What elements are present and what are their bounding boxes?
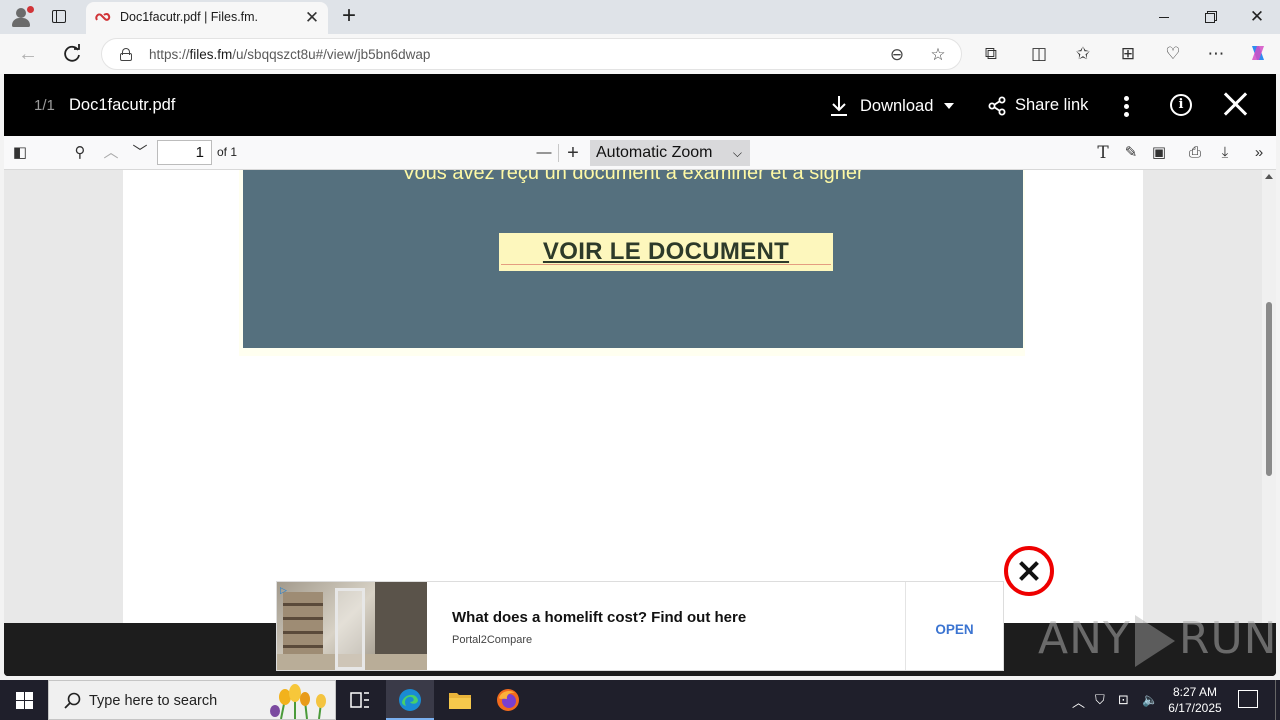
zoom-in-icon[interactable]: +	[562, 142, 584, 164]
volume-icon[interactable]: 🔈	[1142, 692, 1158, 708]
tools-menu-icon[interactable]: »	[1248, 142, 1270, 164]
reading-icon[interactable]: ⊖	[887, 45, 907, 65]
url-text[interactable]: https://files.fm/u/sbqqszct8u#/view/jb5b…	[149, 47, 430, 62]
draw-pen-icon[interactable]: ✎	[1120, 142, 1142, 164]
show-hidden-icons-icon[interactable]: ︿	[1072, 692, 1085, 711]
chevron-down-icon: ⌵	[732, 146, 742, 160]
print-icon[interactable]: ⎙	[1184, 142, 1206, 164]
new-tab-icon[interactable]: +	[338, 4, 360, 28]
files-fm-favicon-icon	[95, 13, 111, 21]
edge-browser-icon[interactable]	[386, 680, 434, 720]
page-number-input[interactable]: 1	[157, 140, 212, 165]
ad-close-icon[interactable]	[1004, 546, 1054, 596]
back-icon[interactable]: ←	[16, 42, 40, 66]
download-icon	[831, 96, 847, 116]
ad-source: Portal2Compare	[452, 634, 533, 646]
search-placeholder: Type here to search	[89, 693, 218, 709]
window-close-button[interactable]: ✕	[1234, 0, 1280, 34]
info-icon[interactable]: i	[1170, 94, 1192, 116]
task-view-icon[interactable]	[336, 680, 384, 720]
advertisement[interactable]: ▷ What does a homelift cost? Find out he…	[276, 581, 1004, 671]
pdf-toolbar: ◧ ⚲ ︿ ﹀ 1 of 1 — + Automatic Zoom ⌵ T ✎ …	[4, 136, 1276, 170]
settings-more-icon[interactable]: ⋯	[1205, 43, 1227, 65]
address-bar[interactable]: https://files.fm/u/sbqqszct8u#/view/jb5b…	[101, 38, 962, 70]
clock-date: 6/17/2025	[1168, 701, 1222, 715]
favorite-star-icon[interactable]: ☆	[928, 45, 948, 65]
vertical-scrollbar[interactable]	[1262, 170, 1276, 623]
page-indicator: 1/1	[34, 97, 55, 114]
security-tray-icon[interactable]: ⛉	[1095, 692, 1105, 708]
document-banner: Vous avez reçu un document à examiner et…	[243, 170, 1023, 348]
anyrun-watermark: ANY RUN	[1038, 613, 1278, 673]
share-icon	[988, 96, 1006, 116]
chevron-down-icon	[944, 103, 954, 109]
ad-choices-icon[interactable]: ▷	[280, 585, 290, 595]
favorites-icon[interactable]: ✩	[1072, 43, 1094, 65]
profile-icon[interactable]	[10, 6, 34, 28]
next-page-icon[interactable]: ﹀	[129, 142, 151, 164]
sidebar-toggle-icon[interactable]: ◧	[9, 142, 31, 164]
extensions-icon[interactable]: ⧉	[980, 43, 1002, 65]
firefox-icon[interactable]	[484, 680, 532, 720]
tulips-icon	[270, 684, 326, 719]
more-options-icon[interactable]	[1117, 94, 1137, 118]
pdf-page: Vous avez reçu un document à examiner et…	[123, 170, 1143, 623]
ad-image[interactable]: ▷	[277, 582, 427, 670]
browser-toolbar: ← https://files.fm/u/sbqqszct8u#/view/jb…	[0, 34, 1280, 74]
minimize-button[interactable]	[1141, 0, 1187, 34]
button-underline	[501, 264, 831, 265]
zoom-select[interactable]: Automatic Zoom ⌵	[590, 140, 750, 166]
add-image-icon[interactable]: ▣	[1148, 142, 1170, 164]
banner-message: Vous avez reçu un document à examiner et…	[402, 170, 864, 184]
file-name: Doc1facutr.pdf	[69, 96, 176, 114]
taskbar: Type here to search ︿ ⛉ ⊡ 🔈 8:27 AM 6/17…	[0, 680, 1280, 720]
file-explorer-icon[interactable]	[436, 680, 484, 720]
previous-page-icon[interactable]: ︿	[100, 142, 122, 164]
show-desktop-button[interactable]	[1275, 680, 1280, 720]
page-total: of 1	[217, 145, 238, 159]
tab-actions-icon[interactable]	[50, 8, 70, 26]
lock-icon[interactable]	[120, 48, 132, 61]
copilot-icon[interactable]	[1247, 42, 1269, 64]
windows-start-icon[interactable]	[0, 680, 48, 720]
scroll-thumb[interactable]	[1266, 302, 1272, 476]
zoom-out-icon[interactable]: —	[533, 142, 555, 164]
view-document-button[interactable]: VOIR LE DOCUMENT	[499, 233, 833, 271]
share-label: Share link	[1015, 96, 1089, 114]
tab-strip: Doc1facutr.pdf | Files.fm. ✕ + ✕	[0, 0, 1280, 34]
search-icon	[64, 692, 81, 709]
pdf-viewer-area: Vous avez reçu un document à examiner et…	[4, 170, 1276, 623]
scroll-up-icon[interactable]	[1265, 174, 1273, 179]
ad-title[interactable]: What does a homelift cost? Find out here	[452, 609, 746, 626]
save-icon[interactable]: ⤓	[1214, 142, 1236, 164]
system-clock[interactable]: 8:27 AM 6/17/2025	[1160, 684, 1230, 716]
notification-icon[interactable]	[1238, 690, 1258, 708]
view-document-label: VOIR LE DOCUMENT	[542, 238, 790, 265]
refresh-icon[interactable]	[60, 42, 84, 66]
clock-time: 8:27 AM	[1172, 685, 1218, 699]
play-logo-icon	[1134, 615, 1175, 667]
collections-icon[interactable]: ⊞	[1117, 43, 1139, 65]
tab-title: Doc1facutr.pdf | Files.fm.	[120, 10, 259, 24]
network-icon[interactable]: ⊡	[1118, 692, 1129, 708]
toolbar-divider	[558, 144, 559, 162]
tab-active[interactable]: Doc1facutr.pdf | Files.fm. ✕	[86, 2, 328, 34]
taskbar-search[interactable]: Type here to search	[48, 680, 336, 720]
text-tool-icon[interactable]: T	[1092, 142, 1114, 164]
browser-essentials-icon[interactable]: ♡	[1162, 43, 1184, 65]
find-search-icon[interactable]: ⚲	[69, 142, 91, 164]
ad-open-button[interactable]: OPEN	[906, 582, 1003, 670]
zoom-value: Automatic Zoom	[596, 144, 713, 161]
tab-close-icon[interactable]: ✕	[302, 8, 322, 28]
split-screen-icon[interactable]: ◫	[1028, 43, 1050, 65]
download-label: Download	[860, 97, 934, 115]
viewer-close-icon[interactable]	[1222, 90, 1250, 118]
restore-button[interactable]	[1187, 0, 1233, 34]
